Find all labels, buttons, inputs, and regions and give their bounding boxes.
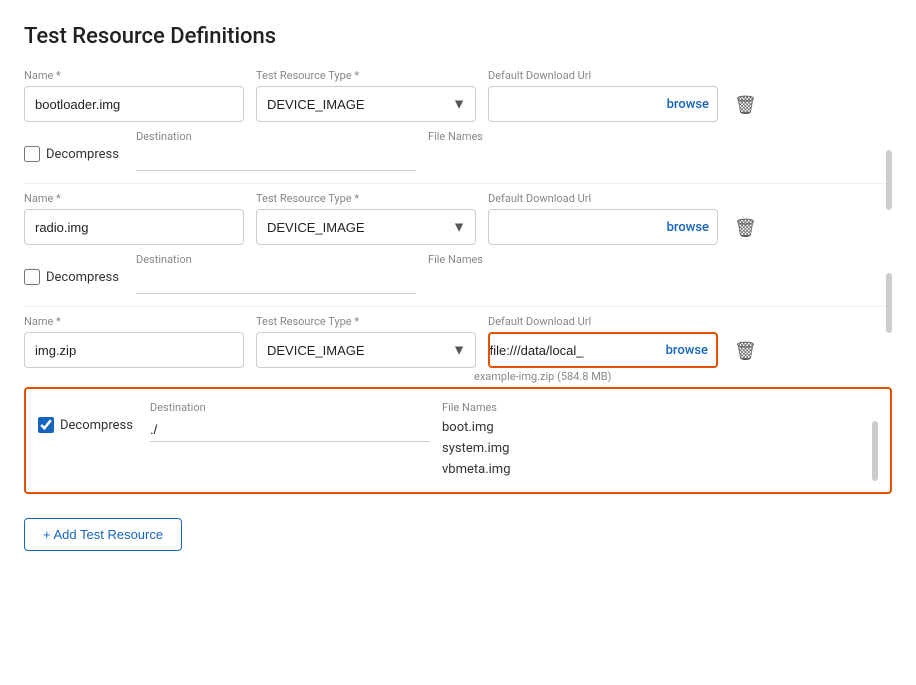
destination-input-2[interactable] xyxy=(150,418,430,442)
url-wrapper-2: browse xyxy=(488,332,718,368)
decompress-label-1: Decompress xyxy=(46,270,119,285)
type-select-1[interactable]: DEVICE_IMAGEDEVICE_CONFIGOTA_PACKAGE xyxy=(256,209,476,245)
type-group-2: Test Resource Type * DEVICE_IMAGEDEVICE_C… xyxy=(256,315,476,368)
destination-label-1: Destination xyxy=(136,253,416,266)
name-group-2: Name * xyxy=(24,315,244,368)
filenames-label-1: File Names xyxy=(428,253,892,266)
add-test-resource-button[interactable]: + Add Test Resource xyxy=(24,518,182,551)
resource-bottom-row-0: Decompress Destination File Names xyxy=(24,126,892,175)
decompress-area-2: Decompress xyxy=(38,401,138,433)
decompress-label-0: Decompress xyxy=(46,147,119,162)
decompress-checkbox-1[interactable] xyxy=(24,269,40,285)
delete-button-2[interactable]: 🗑 xyxy=(730,337,761,366)
decompress-label-2: Decompress xyxy=(60,418,133,433)
filenames-label-0: File Names xyxy=(428,130,892,143)
filenames-area-0: File Names xyxy=(428,130,892,147)
decompress-checkbox-0[interactable] xyxy=(24,146,40,162)
filename-item: boot.img xyxy=(442,418,878,439)
scroll-indicator-2[interactable] xyxy=(872,421,878,481)
page-title: Test Resource Definitions xyxy=(24,24,892,49)
url-group-1: Default Download Url browse xyxy=(488,192,718,245)
section-separator xyxy=(24,183,892,184)
url-group-0: Default Download Url browse xyxy=(488,69,718,122)
resource-block-2: Name * Test Resource Type * DEVICE_IMAGEDE… xyxy=(24,315,892,494)
delete-button-1[interactable]: 🗑 xyxy=(730,214,761,243)
browse-link-1[interactable]: browse xyxy=(667,220,709,235)
type-select-2[interactable]: DEVICE_IMAGEDEVICE_CONFIGOTA_PACKAGE xyxy=(256,332,476,368)
type-label-1: Test Resource Type * xyxy=(256,192,476,205)
destination-area-0: Destination xyxy=(136,130,416,171)
decompress-row-2: Decompress xyxy=(38,417,133,433)
resource-block-0: Name * Test Resource Type * DEVICE_IMAGEDE… xyxy=(24,69,892,184)
name-input-1[interactable] xyxy=(24,209,244,245)
filename-item: vbmeta.img xyxy=(442,460,878,481)
type-group-0: Test Resource Type * DEVICE_IMAGEDEVICE_C… xyxy=(256,69,476,122)
resource-top-row-2: Name * Test Resource Type * DEVICE_IMAGEDE… xyxy=(24,315,892,368)
destination-input-0[interactable] xyxy=(136,147,416,171)
section-separator xyxy=(24,306,892,307)
decompress-row-0: Decompress xyxy=(24,146,119,162)
destination-area-2: Destination xyxy=(150,401,430,442)
resource-bottom-row-2: Decompress Destination File Names boot.imgs… xyxy=(24,387,892,494)
name-label-0: Name * xyxy=(24,69,244,82)
name-group-0: Name * xyxy=(24,69,244,122)
url-wrapper-1: browse xyxy=(488,209,718,245)
type-select-wrapper-2[interactable]: DEVICE_IMAGEDEVICE_CONFIGOTA_PACKAGE▼ xyxy=(256,332,476,368)
name-group-1: Name * xyxy=(24,192,244,245)
url-label-1: Default Download Url xyxy=(488,192,718,205)
filename-item: system.img xyxy=(442,439,878,460)
resources-container: Name * Test Resource Type * DEVICE_IMAGEDE… xyxy=(24,69,892,494)
filenames-area-2: File Names boot.imgsystem.imgvbmeta.img xyxy=(442,401,878,480)
filenames-area-1: File Names xyxy=(428,253,892,270)
decompress-area-0: Decompress xyxy=(24,130,124,162)
url-label-0: Default Download Url xyxy=(488,69,718,82)
delete-button-0[interactable]: 🗑 xyxy=(730,91,761,120)
name-input-2[interactable] xyxy=(24,332,244,368)
browse-link-2[interactable]: browse xyxy=(666,343,708,358)
scroll-indicator-1[interactable] xyxy=(886,273,892,333)
url-group-2: Default Download Url browse xyxy=(488,315,718,368)
name-input-0[interactable] xyxy=(24,86,244,122)
url-label-2: Default Download Url xyxy=(488,315,718,328)
type-label-2: Test Resource Type * xyxy=(256,315,476,328)
resource-top-row-1: Name * Test Resource Type * DEVICE_IMAGEDE… xyxy=(24,192,892,245)
filenames-list-2: boot.imgsystem.imgvbmeta.img xyxy=(442,418,878,480)
file-hint-2: example-img.zip (584.8 MB) xyxy=(474,370,892,383)
destination-input-1[interactable] xyxy=(136,270,416,294)
scroll-indicator-0[interactable] xyxy=(886,150,892,210)
resource-bottom-row-1: Decompress Destination File Names xyxy=(24,249,892,298)
decompress-row-1: Decompress xyxy=(24,269,119,285)
type-label-0: Test Resource Type * xyxy=(256,69,476,82)
decompress-area-1: Decompress xyxy=(24,253,124,285)
url-input-0[interactable] xyxy=(491,97,667,112)
url-input-1[interactable] xyxy=(491,220,667,235)
resource-block-1: Name * Test Resource Type * DEVICE_IMAGEDE… xyxy=(24,192,892,307)
type-select-0[interactable]: DEVICE_IMAGEDEVICE_CONFIGOTA_PACKAGE xyxy=(256,86,476,122)
browse-link-0[interactable]: browse xyxy=(667,97,709,112)
name-label-1: Name * xyxy=(24,192,244,205)
destination-label-2: Destination xyxy=(150,401,430,414)
url-input-2[interactable] xyxy=(490,343,666,358)
resource-top-row-0: Name * Test Resource Type * DEVICE_IMAGEDE… xyxy=(24,69,892,122)
destination-label-0: Destination xyxy=(136,130,416,143)
filenames-label-2: File Names xyxy=(442,401,878,414)
type-group-1: Test Resource Type * DEVICE_IMAGEDEVICE_C… xyxy=(256,192,476,245)
type-select-wrapper-1[interactable]: DEVICE_IMAGEDEVICE_CONFIGOTA_PACKAGE▼ xyxy=(256,209,476,245)
destination-area-1: Destination xyxy=(136,253,416,294)
decompress-checkbox-2[interactable] xyxy=(38,417,54,433)
type-select-wrapper-0[interactable]: DEVICE_IMAGEDEVICE_CONFIGOTA_PACKAGE▼ xyxy=(256,86,476,122)
url-wrapper-0: browse xyxy=(488,86,718,122)
name-label-2: Name * xyxy=(24,315,244,328)
